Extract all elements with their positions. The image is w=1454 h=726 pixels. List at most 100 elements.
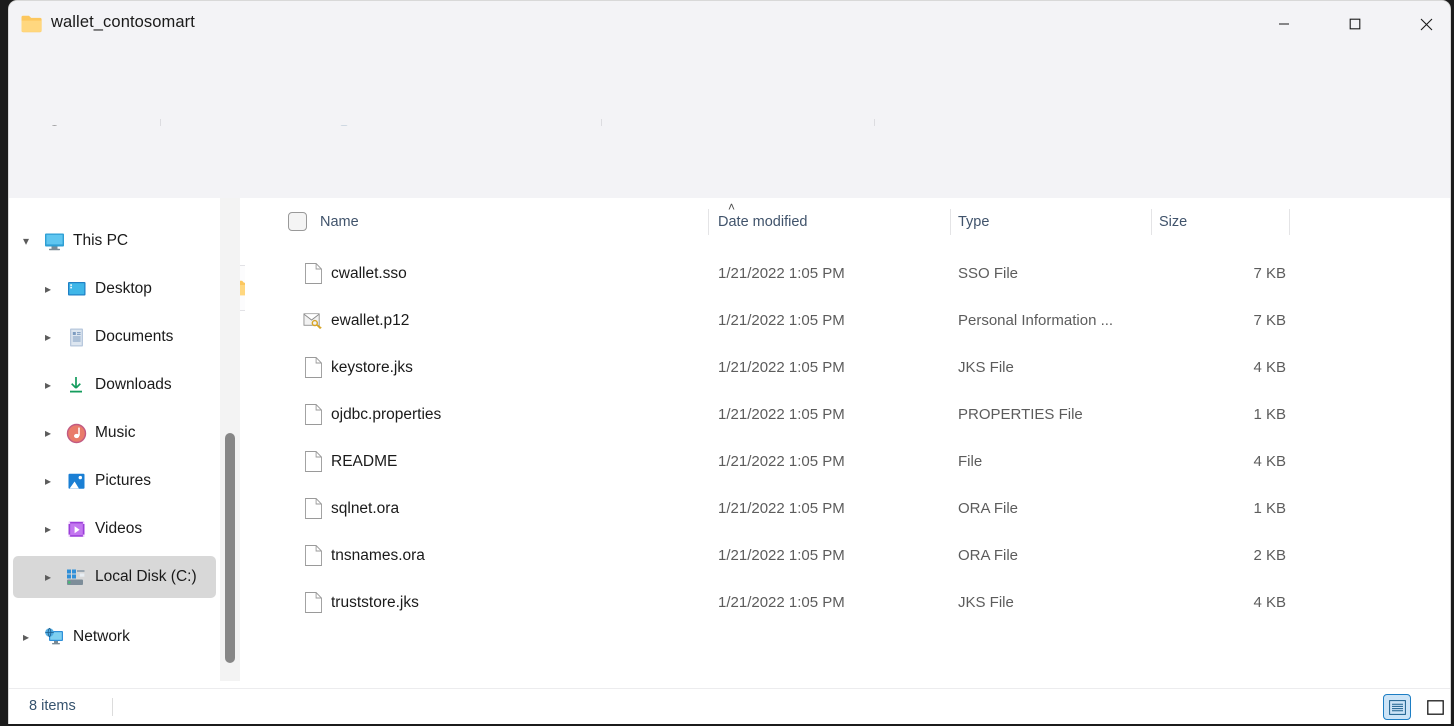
file-type: ORA File (958, 547, 1153, 564)
file-name: truststore.jks (331, 594, 419, 612)
file-name: keystore.jks (331, 359, 413, 377)
table-row[interactable]: tnsnames.ora 1/21/2022 1:05 PM ORA File … (245, 532, 1451, 579)
file-type: PROPERTIES File (958, 406, 1153, 423)
table-row[interactable]: truststore.jks 1/21/2022 1:05 PM JKS Fil… (245, 579, 1451, 626)
file-name: cwallet.sso (331, 265, 407, 283)
generic-file-icon (303, 450, 323, 474)
column-header-type[interactable]: Type (958, 198, 1150, 245)
sidebar-item-label: This PC (73, 232, 128, 250)
file-list-pane: ˄ Name Date modified Type Size (245, 198, 1451, 688)
file-type: SSO File (958, 265, 1153, 282)
minimize-button[interactable] (1261, 1, 1307, 47)
details-view-icon (1389, 700, 1406, 715)
file-size: 2 KB (1153, 547, 1286, 564)
file-name: README (331, 453, 397, 471)
file-type: File (958, 453, 1153, 470)
table-row[interactable]: sqlnet.ora 1/21/2022 1:05 PM ORA File 1 … (245, 485, 1451, 532)
file-name: ewallet.p12 (331, 312, 409, 330)
chevron-right-icon[interactable]: ▸ (35, 282, 61, 296)
table-row[interactable]: keystore.jks 1/21/2022 1:05 PM JKS File … (245, 344, 1451, 391)
table-row[interactable]: cwallet.sso 1/21/2022 1:05 PM SSO File 7… (245, 250, 1451, 297)
sidebar-item-desktop[interactable]: ▸ Desktop (13, 268, 216, 310)
certificate-file-icon (303, 309, 323, 333)
file-name: tnsnames.ora (331, 547, 425, 565)
sidebar-item-pictures[interactable]: ▸ Pictures (13, 460, 216, 502)
sidebar-item-label: Network (73, 628, 130, 646)
chevron-right-icon[interactable]: ▸ (35, 426, 61, 440)
sidebar-item-this-pc[interactable]: ▾ This PC (13, 220, 216, 262)
file-type: JKS File (958, 594, 1153, 611)
desktop-icon (61, 280, 91, 299)
table-row[interactable]: README 1/21/2022 1:05 PM File 4 KB (245, 438, 1451, 485)
monitor-icon (39, 232, 69, 251)
table-row[interactable]: ojdbc.properties 1/21/2022 1:05 PM PROPE… (245, 391, 1451, 438)
column-header-date-modified[interactable]: Date modified (718, 198, 950, 245)
file-type: ORA File (958, 500, 1153, 517)
generic-file-icon (303, 591, 323, 615)
close-button[interactable] (1403, 1, 1449, 47)
screen: wallet_contosomart New (0, 0, 1454, 726)
chevron-down-icon[interactable]: ▾ (13, 234, 39, 248)
maximize-button[interactable] (1332, 1, 1378, 47)
sidebar-item-music[interactable]: ▸ Music (13, 412, 216, 454)
file-size: 1 KB (1153, 500, 1286, 517)
generic-file-icon (303, 497, 323, 521)
desktop-background-left (0, 0, 8, 726)
sidebar-item-label: Music (95, 424, 135, 442)
sidebar-item-local-disk-c[interactable]: ▸ Local Disk (C:) (13, 556, 216, 598)
details-view-button[interactable] (1383, 694, 1411, 720)
file-date: 1/21/2022 1:05 PM (718, 312, 845, 329)
sidebar-item-label: Desktop (95, 280, 152, 298)
file-name: ojdbc.properties (331, 406, 441, 424)
sidebar-item-label: Pictures (95, 472, 151, 490)
chevron-right-icon[interactable]: ▸ (35, 378, 61, 392)
item-count: 8 items (29, 698, 76, 714)
sidebar-item-label: Documents (95, 328, 173, 346)
file-name: sqlnet.ora (331, 500, 399, 518)
sidebar-item-downloads[interactable]: ▸ Downloads (13, 364, 216, 406)
window-title: wallet_contosomart (51, 13, 195, 32)
sidebar-item-documents[interactable]: ▸ Documents (13, 316, 216, 358)
music-icon (61, 423, 91, 444)
chevron-right-icon[interactable]: ▸ (35, 474, 61, 488)
documents-icon (61, 327, 91, 348)
sidebar-scrollbar-thumb[interactable] (225, 433, 235, 663)
large-icons-view-button[interactable] (1421, 694, 1449, 720)
column-divider[interactable] (950, 209, 951, 235)
videos-icon (61, 520, 91, 539)
column-header-size[interactable]: Size (1159, 198, 1289, 245)
file-date: 1/21/2022 1:05 PM (718, 500, 845, 517)
sidebar-item-label: Downloads (95, 376, 172, 394)
network-icon (39, 627, 69, 647)
file-explorer-window: wallet_contosomart New (8, 0, 1451, 724)
generic-file-icon (303, 262, 323, 286)
file-date: 1/21/2022 1:05 PM (718, 265, 845, 282)
column-header-name[interactable]: Name (288, 198, 708, 245)
sidebar-item-network[interactable]: ▸ Network (13, 616, 216, 658)
file-date: 1/21/2022 1:05 PM (718, 406, 845, 423)
file-size: 4 KB (1153, 453, 1286, 470)
sidebar-item-videos[interactable]: ▸ Videos (13, 508, 216, 550)
file-date: 1/21/2022 1:05 PM (718, 359, 845, 376)
chevron-right-icon[interactable]: ▸ (35, 330, 61, 344)
file-date: 1/21/2022 1:05 PM (718, 594, 845, 611)
chevron-right-icon[interactable]: ▸ (35, 570, 61, 584)
folder-icon (21, 15, 42, 33)
file-date: 1/21/2022 1:05 PM (718, 547, 845, 564)
table-row[interactable]: ewallet.p12 1/21/2022 1:05 PM Personal I… (245, 297, 1451, 344)
file-size: 7 KB (1153, 312, 1286, 329)
column-divider[interactable] (1289, 209, 1290, 235)
large-icons-view-icon (1427, 700, 1444, 715)
status-divider (112, 698, 113, 716)
chevron-right-icon[interactable]: ▸ (13, 630, 39, 644)
column-divider[interactable] (1151, 209, 1152, 235)
file-date: 1/21/2022 1:05 PM (718, 453, 845, 470)
title-bar: wallet_contosomart (9, 1, 1451, 49)
status-bar: 8 items (9, 688, 1451, 724)
column-divider[interactable] (708, 209, 709, 235)
column-headers: ˄ Name Date modified Type Size (245, 198, 1451, 245)
chevron-right-icon[interactable]: ▸ (35, 522, 61, 536)
generic-file-icon (303, 356, 323, 380)
downloads-icon (61, 375, 91, 395)
sidebar-item-label: Local Disk (C:) (95, 568, 197, 586)
